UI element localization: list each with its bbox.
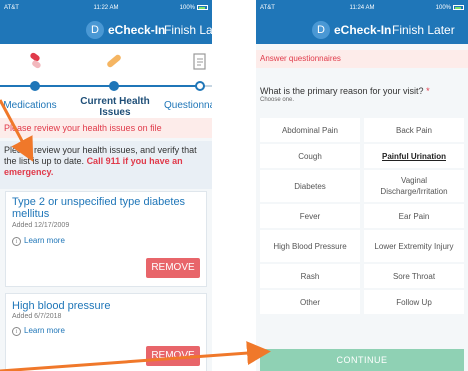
finish-later-button[interactable]: Finish Later	[392, 21, 455, 39]
option-other[interactable]: Other	[260, 290, 360, 314]
step-dot-next	[195, 81, 205, 91]
choose-hint: Choose one.	[260, 97, 295, 103]
progress-stepper: Medications Current Health Issues Questi…	[0, 44, 212, 118]
header-bar: D eCheck-In Finish Later	[256, 18, 468, 42]
health-issue-card: High blood pressure Added 6/7/2018 i Lear…	[5, 293, 207, 371]
battery-icon	[197, 5, 208, 10]
question-text: What is the primary reason for your visi…	[260, 86, 466, 97]
option-follow-up[interactable]: Follow Up	[364, 290, 464, 314]
status-bar: AT&T 11:22 AM 100%	[0, 3, 212, 13]
option-sore-throat[interactable]: Sore Throat	[364, 264, 464, 288]
step-label-medications[interactable]: Medications	[0, 100, 70, 111]
option-fever[interactable]: Fever	[260, 204, 360, 228]
learn-more-link[interactable]: i Learn more	[12, 236, 65, 246]
step-label-current-health-issues[interactable]: Current Health Issues	[80, 96, 150, 118]
required-marker: *	[426, 86, 430, 96]
health-issue-title: High blood pressure	[12, 300, 111, 312]
app-header: AT&T 11:22 AM 100% D eCheck-In Finish La…	[0, 0, 212, 44]
remove-button[interactable]: REMOVE	[146, 346, 200, 366]
review-instructions: Please review your health issues, and ve…	[0, 141, 212, 189]
option-back-pain[interactable]: Back Pain	[364, 118, 464, 142]
status-bar: AT&T 11:24 AM 100%	[256, 3, 468, 13]
avatar[interactable]: D	[312, 21, 330, 39]
option-high-blood-pressure[interactable]: High Blood Pressure	[260, 230, 360, 262]
learn-more-label: Learn more	[24, 236, 65, 245]
app-title: eCheck-In	[108, 23, 166, 37]
pill-icon	[30, 52, 41, 69]
question-label: What is the primary reason for your visi…	[260, 86, 424, 96]
app-title: eCheck-In	[334, 23, 392, 37]
battery-label: 100%	[179, 5, 195, 11]
battery-icon	[453, 5, 464, 10]
section-banner: Answer questionnaires	[256, 50, 468, 68]
battery-indicator: 100%	[436, 3, 464, 13]
app-header: AT&T 11:24 AM 100% D eCheck-In Finish La…	[256, 0, 468, 44]
option-diabetes[interactable]: Diabetes	[260, 170, 360, 202]
left-phone-screen: AT&T 11:22 AM 100% D eCheck-In Finish La…	[0, 0, 212, 371]
learn-more-label: Learn more	[24, 326, 65, 335]
battery-indicator: 100%	[180, 3, 208, 13]
info-icon: i	[12, 327, 21, 336]
step-label-questionnaires[interactable]: Questionna	[164, 100, 212, 111]
alert-banner: Please review your health issues on file	[0, 118, 212, 138]
bandage-icon	[107, 54, 121, 68]
option-lower-extremity-injury[interactable]: Lower Extremity Injury	[364, 230, 464, 262]
avatar[interactable]: D	[86, 21, 104, 39]
remove-button[interactable]: REMOVE	[146, 258, 200, 278]
option-ear-pain[interactable]: Ear Pain	[364, 204, 464, 228]
option-cough[interactable]: Cough	[260, 144, 360, 168]
option-rash[interactable]: Rash	[260, 264, 360, 288]
continue-button[interactable]: CONTINUE	[260, 349, 464, 371]
header-bar: D eCheck-In Finish Later	[0, 18, 212, 42]
info-icon: i	[12, 237, 21, 246]
health-issue-title: Type 2 or unspecified type diabetes mell…	[12, 196, 186, 220]
health-issue-date: Added 6/7/2018	[12, 313, 62, 320]
option-abdominal-pain[interactable]: Abdominal Pain	[260, 118, 360, 142]
clipboard-icon	[193, 53, 206, 70]
option-painful-urination[interactable]: Painful Urination	[364, 144, 464, 168]
step-dot-done	[30, 81, 40, 91]
step-dot-current	[109, 81, 119, 91]
right-phone-screen: AT&T 11:24 AM 100% D eCheck-In Finish La…	[256, 0, 468, 371]
battery-label: 100%	[435, 5, 451, 11]
finish-later-button[interactable]: Finish Later	[164, 21, 212, 39]
learn-more-link[interactable]: i Learn more	[12, 326, 65, 336]
health-issue-date: Added 12/17/2009	[12, 222, 70, 229]
option-vaginal-discharge[interactable]: Vaginal Discharge/Irritation	[364, 170, 464, 202]
health-issue-card: Type 2 or unspecified type diabetes mell…	[5, 191, 207, 287]
